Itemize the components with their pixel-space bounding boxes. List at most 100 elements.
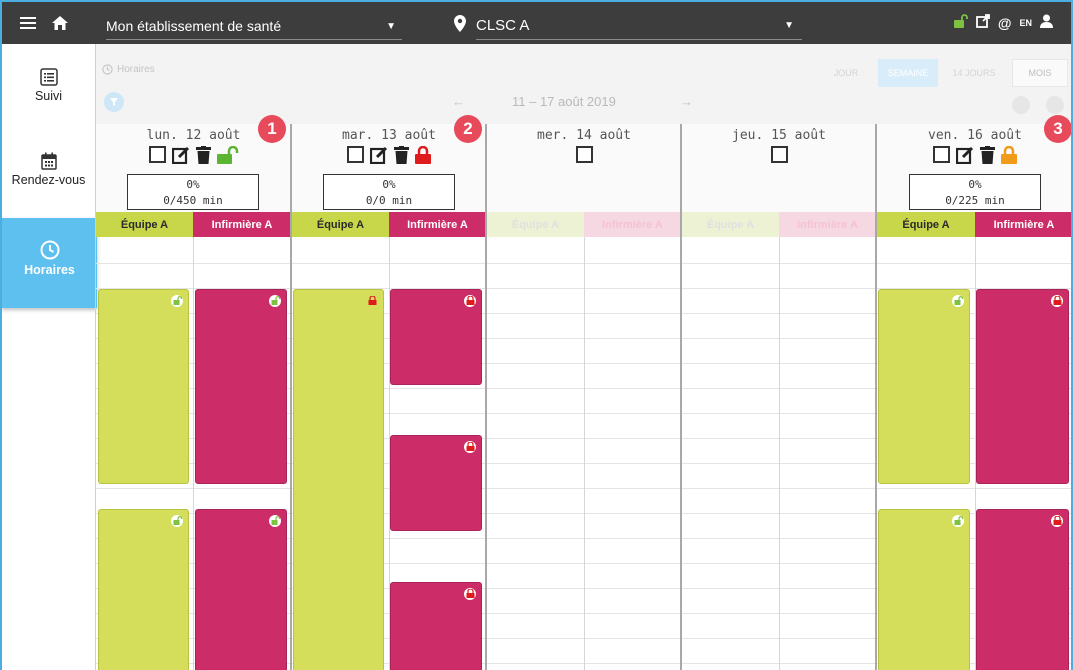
select-day-checkbox[interactable] — [770, 146, 788, 163]
user-icon[interactable] — [1040, 14, 1053, 33]
resource-header-infirmiere: Infirmière A — [584, 212, 681, 237]
day-header-thu: jeu. 15 août — [682, 124, 876, 212]
location-pin-icon — [454, 2, 472, 44]
schedule-block-equipe[interactable] — [878, 509, 970, 670]
resource-header-equipe: Équipe A — [877, 212, 975, 237]
breadcrumb: Horaires — [102, 64, 155, 75]
resource-header-infirmiere: Infirmière A — [389, 212, 486, 237]
chevron-down-icon: ▼ — [784, 20, 794, 31]
schedule-block-infirmiere[interactable] — [195, 509, 287, 670]
edit-icon[interactable] — [956, 146, 974, 164]
schedule-block-equipe[interactable] — [293, 289, 384, 670]
day-actions — [682, 146, 876, 163]
prev-week-button[interactable]: ← — [452, 94, 465, 109]
unlock-icon[interactable] — [216, 146, 239, 164]
day-divider — [875, 124, 877, 670]
sidebar-item-label: Horaires — [24, 263, 75, 277]
schedule-block-infirmiere[interactable] — [390, 289, 482, 385]
select-day-checkbox[interactable] — [347, 146, 364, 163]
establishment-select[interactable]: Mon établissement de santé ▼ — [106, 12, 402, 40]
unlock-icon — [269, 295, 281, 307]
calendar-day-icon[interactable] — [1012, 96, 1030, 114]
view-14-days-button[interactable]: 14 JOURS — [942, 59, 1006, 87]
lock-icon[interactable] — [415, 146, 431, 164]
select-day-checkbox[interactable] — [933, 146, 950, 163]
view-week-button[interactable]: SEMAINE — [878, 59, 938, 87]
select-day-checkbox[interactable] — [148, 146, 166, 163]
unlock-icon — [171, 515, 183, 527]
day-name: jeu. 15 août — [732, 128, 826, 143]
annotation-badge-2: 2 — [454, 115, 482, 143]
top-bar: Mon établissement de santé ▼ CLSC A ▼ @ … — [2, 2, 1071, 44]
resource-header-equipe: Équipe A — [682, 212, 779, 237]
trash-icon[interactable] — [195, 146, 211, 164]
lock-icon — [464, 588, 476, 600]
home-icon[interactable] — [52, 2, 70, 44]
week-range-label: 11 – 17 août 2019 — [512, 94, 616, 109]
view-day-button[interactable]: JOUR — [818, 59, 874, 87]
day-stats: 0% 0/450 min — [127, 174, 259, 210]
calendar-toolbar: Horaires ← 11 – 17 août 2019 → JOUR SEMA… — [96, 44, 1071, 124]
day-divider — [485, 124, 487, 670]
clock-icon — [102, 64, 113, 75]
lock-icon — [464, 295, 476, 307]
next-week-button[interactable]: → — [680, 94, 693, 109]
list-icon — [39, 68, 58, 86]
resource-header-infirmiere: Infirmière A — [779, 212, 876, 237]
resource-header-infirmiere: Infirmière A — [193, 212, 291, 237]
day-header-fri: ven. 16 août 0% 0/225 min — [877, 124, 1071, 212]
menu-icon[interactable] — [20, 2, 36, 44]
day-divider — [680, 124, 682, 670]
schedule-block-equipe[interactable] — [878, 289, 970, 484]
lock-icon — [1051, 515, 1063, 527]
sidebar-item-horaires[interactable]: Horaires — [2, 218, 97, 308]
unlock-icon[interactable] — [953, 13, 968, 33]
schedule-block-equipe[interactable] — [98, 289, 189, 484]
lock-icon — [366, 295, 378, 307]
day-actions — [877, 146, 1071, 164]
app-window: Mon établissement de santé ▼ CLSC A ▼ @ … — [0, 0, 1073, 670]
sidebar-item-suivi[interactable]: Suivi — [2, 68, 95, 128]
view-month-button[interactable]: MOIS — [1012, 59, 1068, 87]
column-divider — [193, 237, 194, 670]
site-select[interactable]: CLSC A ▼ — [476, 12, 802, 40]
lock-icon[interactable] — [1001, 146, 1017, 164]
at-icon[interactable]: @ — [998, 15, 1012, 31]
resource-header-equipe: Équipe A — [96, 212, 193, 237]
unlock-icon — [171, 295, 183, 307]
day-stats: 0% 0/0 min — [323, 174, 455, 210]
select-day-checkbox[interactable] — [575, 146, 593, 163]
filter-icon — [110, 98, 118, 106]
schedule-block-infirmiere[interactable] — [976, 509, 1069, 670]
day-minutes: 0/225 min — [945, 194, 1005, 207]
trash-icon[interactable] — [980, 146, 995, 164]
day-percent: 0% — [382, 178, 396, 191]
calendar-grid-icon[interactable] — [1046, 96, 1064, 114]
topbar-actions: @ EN — [953, 2, 1053, 44]
edit-icon[interactable] — [171, 146, 190, 164]
filter-button[interactable] — [104, 92, 124, 112]
schedule-block-infirmiere[interactable] — [390, 435, 482, 531]
resource-header-equipe: Équipe A — [292, 212, 389, 237]
column-divider — [779, 237, 780, 670]
day-header-wed: mer. 14 août — [487, 124, 681, 212]
column-divider — [584, 237, 585, 670]
resource-header-equipe: Équipe A — [487, 212, 584, 237]
day-percent: 0% — [186, 178, 200, 191]
lock-icon — [1051, 295, 1063, 307]
trash-icon[interactable] — [394, 146, 409, 164]
schedule-block-infirmiere[interactable] — [195, 289, 287, 484]
language-toggle[interactable]: EN — [1019, 18, 1032, 28]
day-actions — [487, 146, 681, 163]
schedule-block-equipe[interactable] — [98, 509, 189, 670]
external-link-icon[interactable] — [975, 13, 990, 33]
lock-icon — [464, 441, 476, 453]
day-stats: 0% 0/225 min — [909, 174, 1041, 210]
edit-icon[interactable] — [370, 146, 388, 164]
day-actions — [96, 146, 291, 164]
day-name: mer. 14 août — [537, 128, 631, 143]
schedule-block-infirmiere[interactable] — [390, 582, 482, 670]
schedule-block-infirmiere[interactable] — [976, 289, 1069, 484]
sidebar: Suivi Rendez-vous Horaires — [2, 44, 97, 670]
sidebar-item-rendez-vous[interactable]: Rendez-vous — [2, 152, 95, 212]
